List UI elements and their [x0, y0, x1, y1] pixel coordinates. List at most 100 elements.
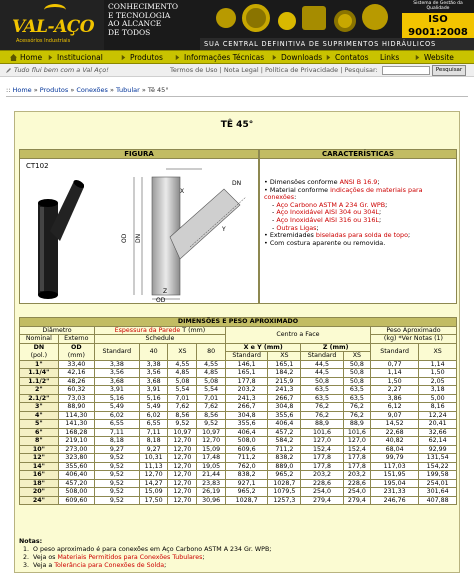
table-cell: 50,8	[342, 376, 371, 386]
utility-links[interactable]: Termos de Uso | Nota Legal | Política de…	[170, 64, 378, 77]
note-link[interactable]: Materiais Permitidos para Conexões Tubul…	[57, 554, 202, 561]
table-cell: 44,5	[300, 359, 344, 369]
search-input[interactable]	[382, 66, 430, 75]
col-xs: XS	[167, 342, 198, 361]
tagline: CONHECIMENTO E TECNOLOGIA AO ALCANCE DE …	[108, 2, 208, 37]
table-cell: 131,54	[418, 453, 457, 463]
arrow-icon	[175, 54, 180, 61]
col-espessura: Espessura da Parede T (mm)	[93, 325, 226, 335]
table-cell: 1079,5	[267, 487, 302, 497]
table-cell: 17,50	[138, 495, 169, 505]
table-cell: 1,14	[369, 368, 420, 378]
breadcrumb-tubular[interactable]: Tubular	[116, 86, 140, 94]
table-cell: 12,70	[196, 436, 226, 446]
table-cell: 406,40	[57, 470, 95, 480]
nav-informacoes-tecnicas[interactable]: Informações Técnicas	[174, 51, 264, 64]
table-cell: 4,85	[167, 368, 198, 378]
table-cell: 241,3	[224, 393, 269, 403]
table-cell: 304,8	[224, 410, 269, 420]
table-cell: 33,40	[57, 359, 95, 369]
table-cell: 76,2	[300, 410, 344, 420]
table-cell: 12,24	[418, 410, 457, 420]
nav-label: Links	[380, 53, 400, 62]
home-icon	[10, 54, 17, 61]
table-cell: 3,38	[138, 359, 169, 369]
table-cell: 17,48	[196, 453, 226, 463]
col-z: Z (mm)	[300, 342, 371, 352]
nav-contatos[interactable]: Contatos	[325, 51, 369, 64]
breadcrumb-conexoes[interactable]: Conexões	[76, 86, 108, 94]
table-cell: 8"	[19, 436, 59, 446]
nav-downloads[interactable]: Downloads	[271, 51, 322, 64]
table-cell: 838,2	[224, 470, 269, 480]
table-cell: 3,86	[369, 393, 420, 403]
table-cell: 63,5	[300, 385, 344, 395]
nav-links[interactable]: Links	[380, 51, 399, 64]
note-item: 3. Veja a Tolerância para Conexões de Sol…	[23, 562, 167, 569]
table-cell: 457,20	[57, 478, 95, 488]
table-row: 14" 355,60 9,52 11,13 12,70 19,05 762,0 889,0 17…	[19, 461, 457, 471]
table-cell: 355,60	[57, 461, 95, 471]
table-cell: 609,6	[224, 444, 269, 454]
table-cell: 254,0	[342, 487, 371, 497]
divider	[6, 96, 468, 97]
table-cell: 0,77	[369, 359, 420, 369]
table-cell: 101,6	[342, 427, 371, 437]
table-cell: 965,2	[224, 487, 269, 497]
table-cell: 3,68	[93, 376, 140, 386]
table-cell: 76,2	[300, 402, 344, 412]
tee-photo	[38, 180, 84, 299]
table-cell: 16"	[19, 470, 59, 480]
breadcrumb-home[interactable]: Home	[12, 86, 31, 94]
col-xy: X e Y (mm)	[224, 342, 302, 352]
table-cell: 279,4	[342, 495, 371, 505]
table-cell: 20"	[19, 487, 59, 497]
table-cell: 231,33	[369, 487, 420, 497]
table-cell: 7,01	[196, 393, 226, 403]
table-cell: 14,27	[138, 478, 169, 488]
table-cell: 10,97	[196, 427, 226, 437]
table-cell: 101,6	[300, 427, 344, 437]
table-cell: 6,55	[138, 419, 169, 429]
note-link[interactable]: Tolerância para Conexões de Solda	[54, 562, 164, 569]
table-cell: 9,52	[93, 461, 140, 471]
breadcrumb-produtos[interactable]: Produtos	[40, 86, 68, 94]
characteristics-box: • Dimensões conforme ANSI B 16.9; • Mater…	[259, 158, 457, 304]
table-cell: 5,54	[167, 385, 198, 395]
note-item: 1. O peso aproximado é para conexões em A…	[23, 546, 272, 553]
table-cell: 42,16	[57, 368, 95, 378]
table-cell: 168,28	[57, 427, 95, 437]
table-cell: 8,56	[167, 410, 198, 420]
espessura-link[interactable]: Espessura da Parede	[115, 327, 181, 334]
table-row: 6" 168,28 7,11 7,11 10,97 10,97 406,4 457,2 101,…	[19, 427, 457, 437]
table-cell: 195,04	[369, 478, 420, 488]
nav-home[interactable]: Home	[10, 51, 42, 64]
table-cell: 9,52	[93, 470, 140, 480]
table-cell: 8,18	[138, 436, 169, 446]
table-cell: 228,6	[300, 478, 344, 488]
table-cell: 117,03	[369, 461, 420, 471]
nav-institucional[interactable]: Institucional	[47, 51, 103, 64]
nav-label: Home	[20, 53, 43, 62]
dim-x: X	[180, 188, 184, 195]
table-cell: 1,50	[418, 368, 457, 378]
table-cell: 4,55	[167, 359, 198, 369]
table-cell: 4"	[19, 410, 59, 420]
logo[interactable]: VAL-AÇO Acessórios Industriais	[0, 0, 104, 50]
table-cell: 9,52	[196, 419, 226, 429]
table-row: 5" 141,30 6,55 6,55 9,52 9,52 355,6 406,4 88,9 88…	[19, 419, 457, 429]
nav-produtos[interactable]: Produtos	[120, 51, 163, 64]
dim-z: Z	[163, 288, 167, 295]
table-cell: 1,14	[418, 359, 457, 369]
table-cell: 12,70	[167, 470, 198, 480]
table-cell: 8,16	[418, 402, 457, 412]
table-row: 1.1/4" 42,16 3,56 3,56 4,85 4,85 165,1 184,2 44,…	[19, 368, 457, 378]
table-cell: 609,60	[57, 495, 95, 505]
nav-website[interactable]: Website	[414, 51, 454, 64]
table-cell: 23,83	[196, 478, 226, 488]
col-centro-face: Centro a Face	[224, 325, 371, 344]
table-cell: 32,66	[418, 427, 457, 437]
search-button[interactable]: Pesquisar	[432, 65, 466, 76]
table-cell: 152,4	[300, 444, 344, 454]
table-cell: 26,19	[196, 487, 226, 497]
